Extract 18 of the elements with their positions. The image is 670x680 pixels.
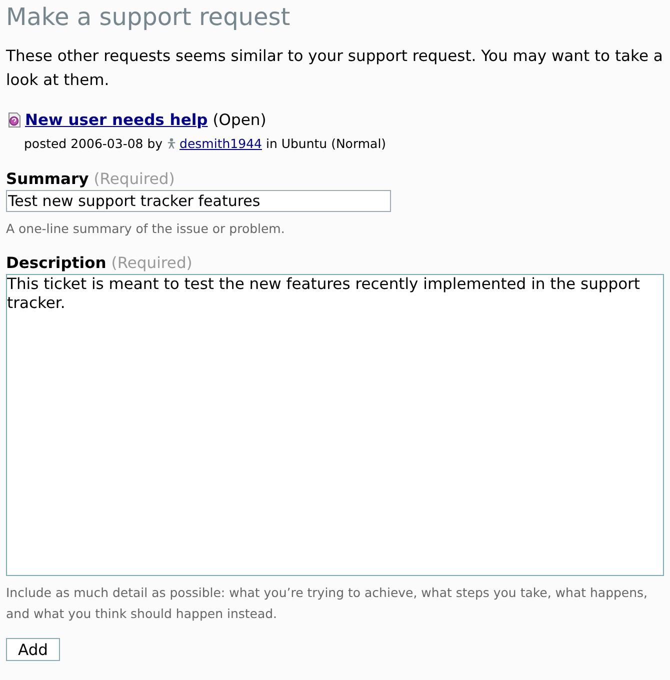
person-icon [166, 138, 176, 149]
field-label: Summary [6, 170, 89, 188]
intro-text: These other requests seems similar to your support request. You may want to take a look at them. [6, 46, 664, 91]
required-note: (Required) [111, 254, 192, 272]
hint-text: Include as much detail as possible: what you’re trying to achieve, what steps you take, what happens, and what you think should happen instead. [6, 584, 649, 623]
field-label: Description [6, 254, 106, 272]
posted-text: posted 2006-03-08 by [24, 136, 163, 151]
question-document-icon [6, 112, 22, 128]
required-note: (Required) [94, 170, 175, 188]
context-text: in Ubuntu (Normal) [266, 136, 386, 151]
summary-field[interactable]: Test new support tracker features [6, 190, 391, 212]
request-link[interactable]: New user needs help [25, 108, 208, 132]
request-status: (Open) [212, 110, 266, 131]
add-button[interactable]: Add [6, 638, 60, 661]
page-title: Make a support request [6, 2, 292, 32]
description-field[interactable]: This ticket is meant to test the new features recently implemented in the support tracker. [6, 274, 664, 576]
hint-text: A one-line summary of the issue or problem. [6, 220, 286, 238]
author-link[interactable]: desmith1944 [180, 136, 262, 151]
